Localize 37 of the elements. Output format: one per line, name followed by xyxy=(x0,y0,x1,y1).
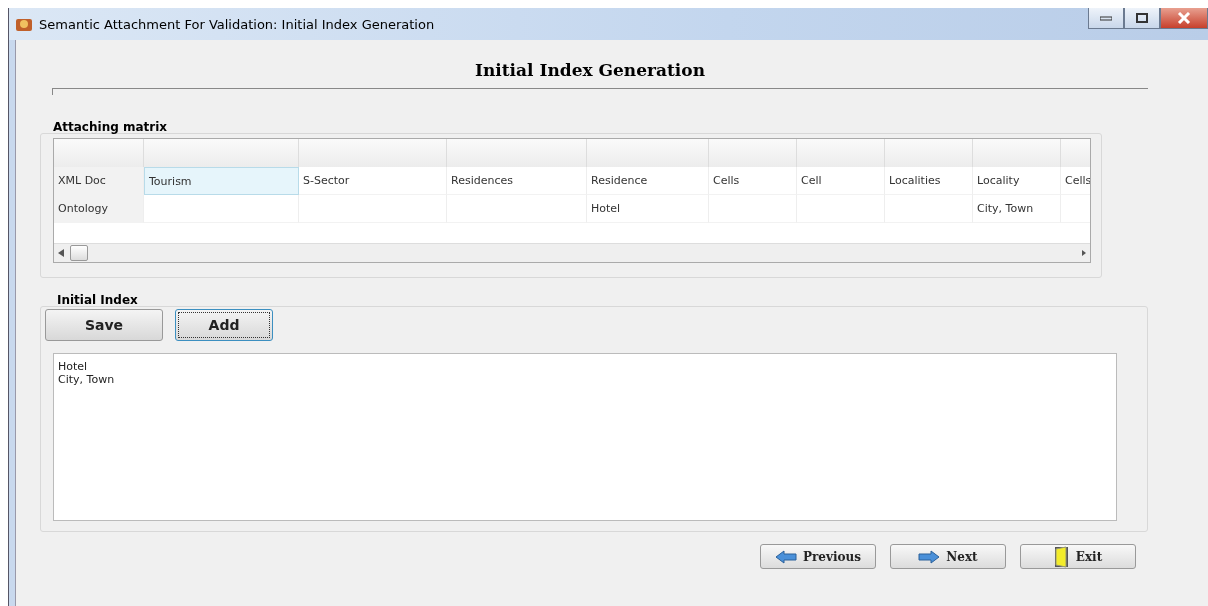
app-icon xyxy=(15,16,33,32)
table-cell[interactable]: Residences xyxy=(447,167,587,195)
table-cell[interactable]: Hotel xyxy=(587,195,709,223)
table-cell[interactable]: City, Town xyxy=(973,195,1061,223)
table-cell[interactable]: Localities xyxy=(885,167,973,195)
previous-button[interactable]: Previous xyxy=(760,544,876,569)
table-cell[interactable] xyxy=(299,195,447,223)
minimize-icon xyxy=(1100,15,1112,21)
maximize-button[interactable] xyxy=(1124,8,1160,29)
left-arrow-icon xyxy=(775,549,797,564)
table-cell[interactable]: Cell xyxy=(797,167,885,195)
next-button[interactable]: Next xyxy=(890,544,1006,569)
window-title: Semantic Attachment For Validation: Initial Index Generation xyxy=(39,16,435,32)
row-header: Ontology xyxy=(54,195,144,223)
table-cell[interactable] xyxy=(144,195,299,223)
index-text-area[interactable]: Hotel City, Town xyxy=(53,353,1117,521)
action-button[interactable]: Add xyxy=(175,309,273,341)
maximize-icon xyxy=(1136,13,1148,23)
table-cell[interactable]: S-Sector xyxy=(299,167,447,195)
action-button[interactable]: Save xyxy=(45,309,163,341)
right-arrow-icon xyxy=(918,549,941,564)
scroll-right-icon[interactable] xyxy=(1082,250,1086,256)
close-icon xyxy=(1177,12,1191,24)
minimize-button[interactable] xyxy=(1088,8,1124,29)
scroll-left-icon[interactable] xyxy=(58,249,64,257)
table-cell[interactable]: Tourism xyxy=(144,167,299,195)
page-heading: Initial Index Generation xyxy=(474,60,706,80)
door-icon xyxy=(1053,545,1070,568)
scrollbar-thumb[interactable] xyxy=(70,245,88,261)
table-cell[interactable]: Locality xyxy=(973,167,1061,195)
close-button[interactable] xyxy=(1160,8,1208,29)
exit-button[interactable]: Exit xyxy=(1020,544,1136,569)
table-cell[interactable]: Cells xyxy=(709,167,797,195)
group-title: Initial Index xyxy=(57,293,139,307)
group-title: Attaching matrix xyxy=(53,120,169,134)
row-header: XML Doc xyxy=(54,167,144,195)
table-cell[interactable]: Residence xyxy=(587,167,709,195)
